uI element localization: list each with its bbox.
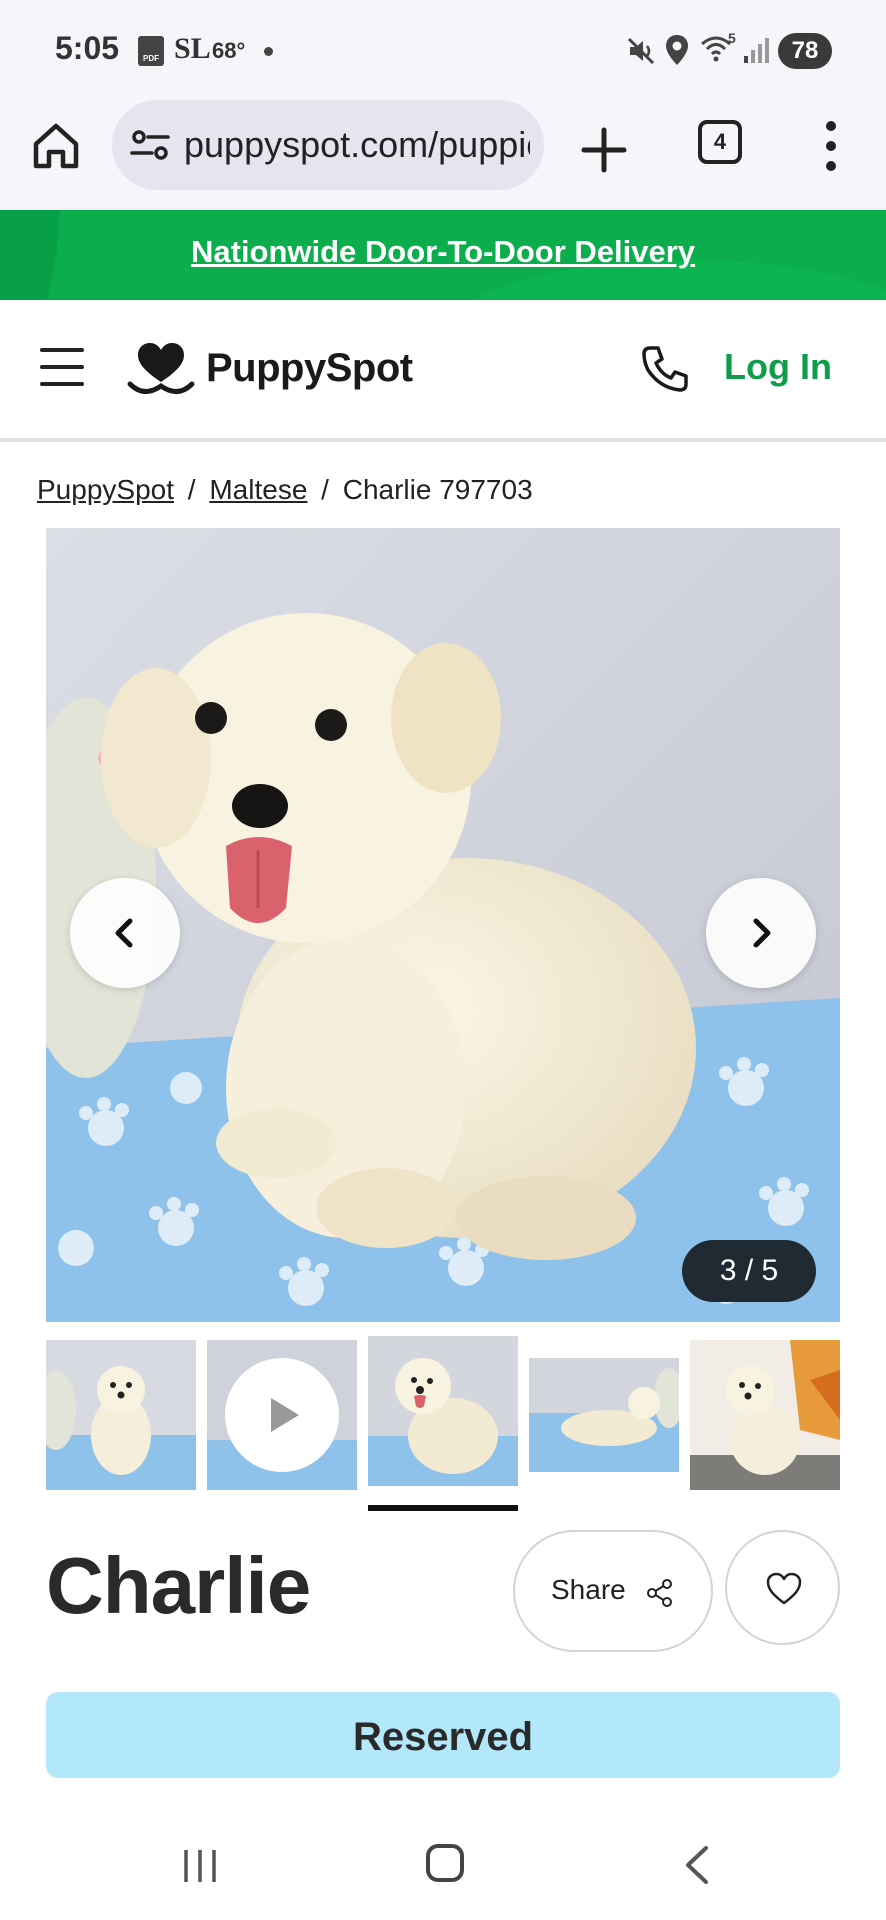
- home-nav-icon[interactable]: [426, 1844, 464, 1882]
- more-menu-icon[interactable]: [814, 118, 848, 174]
- promo-banner[interactable]: Nationwide Door-To-Door Delivery: [0, 210, 886, 300]
- chevron-left-icon: [115, 918, 133, 948]
- thumbnail-image: [529, 1358, 679, 1472]
- site-header: PuppySpot Log In: [0, 300, 886, 442]
- site-logo[interactable]: PuppySpot: [126, 340, 446, 400]
- gallery-thumbnail-selected[interactable]: [368, 1336, 518, 1486]
- thumbnail-image: [690, 1340, 840, 1490]
- phone-icon[interactable]: [640, 344, 690, 394]
- puppyspot-heart-logo: [127, 343, 195, 394]
- site-settings-icon[interactable]: [130, 130, 170, 160]
- puppy-name: Charlie: [46, 1541, 311, 1630]
- temperature: 68°: [212, 38, 246, 63]
- thumbnail-active-indicator: [368, 1505, 518, 1511]
- breadcrumb-separator: /: [187, 474, 196, 505]
- breadcrumb: PuppySpot / Maltese / Charlie 797703: [37, 474, 533, 506]
- breadcrumb-current: Charlie 797703: [342, 474, 533, 505]
- location-icon: [666, 35, 688, 65]
- gallery-thumbnail[interactable]: [46, 1340, 196, 1490]
- favorite-button[interactable]: [725, 1530, 840, 1645]
- pdf-icon: PDF: [138, 36, 164, 66]
- gallery-thumbnail-video[interactable]: [207, 1340, 357, 1490]
- breadcrumb-separator: /: [321, 474, 329, 505]
- url-text: puppyspot.com/puppies/797703: [184, 124, 530, 165]
- status-time: 5:05: [55, 30, 120, 66]
- play-icon: [271, 1398, 299, 1432]
- gallery-prev-button[interactable]: [70, 878, 180, 988]
- breadcrumb-link-home[interactable]: PuppySpot: [37, 474, 174, 505]
- breadcrumb-link-breed[interactable]: Maltese: [209, 474, 307, 505]
- promo-banner-link[interactable]: Nationwide Door-To-Door Delivery: [0, 234, 886, 270]
- login-link[interactable]: Log In: [724, 346, 832, 388]
- chevron-right-icon: [753, 918, 771, 948]
- share-label: Share: [551, 1574, 626, 1605]
- browser-toolbar: puppyspot.com/puppies/797703 4: [0, 100, 886, 210]
- battery-icon: 78: [778, 33, 832, 69]
- gallery-thumbnail[interactable]: [690, 1340, 840, 1490]
- gallery-thumbnail[interactable]: [529, 1358, 679, 1472]
- system-nav-bar: [0, 1820, 886, 1920]
- mute-icon: [627, 37, 655, 65]
- gallery-next-button[interactable]: [706, 878, 816, 988]
- share-button[interactable]: Share: [513, 1530, 713, 1652]
- signal-icon: [744, 38, 769, 63]
- home-icon[interactable]: [30, 120, 82, 172]
- wifi-band-label: 5: [728, 30, 736, 46]
- tab-switcher-icon[interactable]: 4: [698, 120, 742, 164]
- play-button[interactable]: [225, 1358, 339, 1472]
- share-icon: [647, 1579, 672, 1607]
- recents-icon[interactable]: [180, 1846, 220, 1886]
- address-bar[interactable]: puppyspot.com/puppies/797703: [112, 100, 544, 190]
- logo-text: PuppySpot: [206, 346, 413, 390]
- reserved-status-bar: Reserved: [46, 1692, 840, 1778]
- status-bar: 5:05 PDF SL 68° 5 78: [0, 0, 886, 100]
- hamburger-menu-icon[interactable]: [40, 348, 84, 386]
- thumbnail-image: [46, 1340, 196, 1490]
- back-icon[interactable]: [678, 1844, 718, 1886]
- photo-gallery[interactable]: 3 / 5: [46, 528, 840, 1322]
- sl-icon: SL: [174, 32, 211, 65]
- gallery-counter: 3 / 5: [682, 1240, 816, 1302]
- heart-icon: [766, 1572, 802, 1605]
- thumbnail-image: [368, 1336, 518, 1486]
- notification-dot: [264, 47, 273, 56]
- new-tab-icon[interactable]: [578, 124, 630, 176]
